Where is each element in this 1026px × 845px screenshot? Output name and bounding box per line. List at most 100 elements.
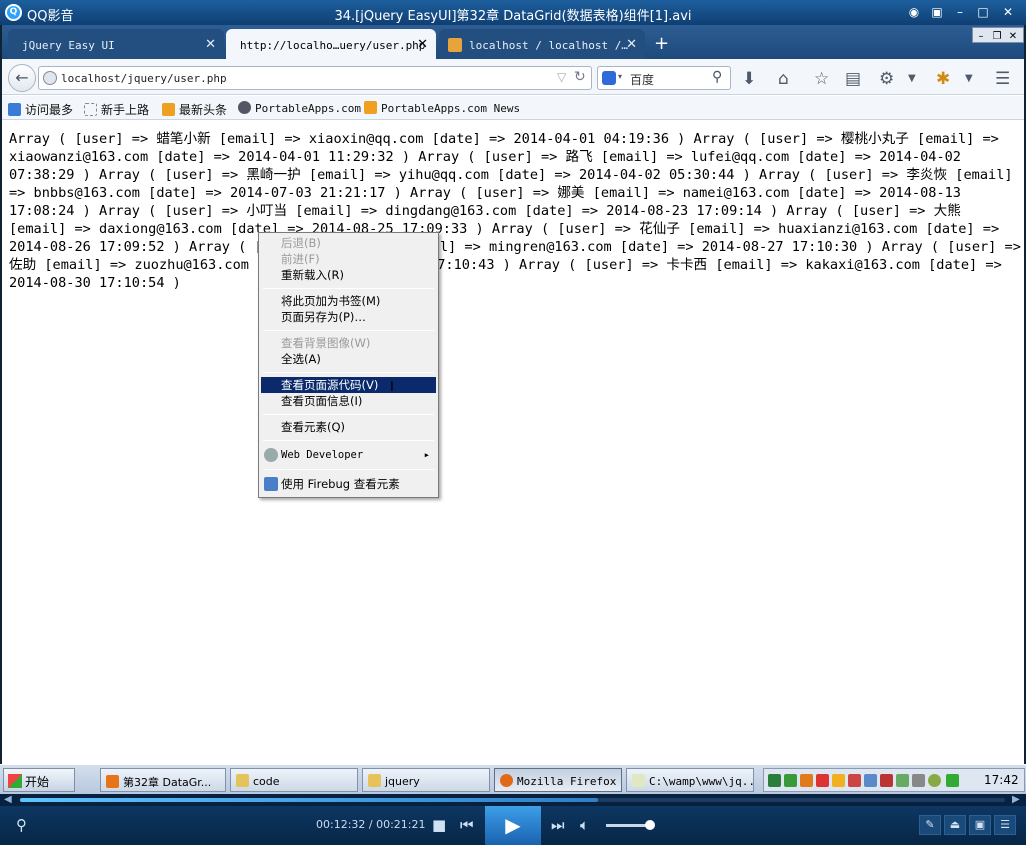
url-bar[interactable]: localhost/jquery/user.php ▽ ↻ bbox=[38, 66, 592, 90]
menu-item-bookmark-page[interactable]: 将此页加为书签(M) bbox=[261, 293, 436, 309]
tab-jquery-easy-ui[interactable]: jQuery Easy UI ✕ bbox=[8, 29, 224, 59]
download-icon[interactable]: ⬇ bbox=[742, 69, 756, 89]
task-editor[interactable]: C:\wamp\www\jq... bbox=[626, 768, 754, 792]
menu-item-firebug-inspect[interactable]: 使用 Firebug 查看元素 bbox=[261, 476, 436, 492]
browser-restore-button[interactable]: ❐ bbox=[989, 30, 1005, 44]
tray-volume-icon[interactable] bbox=[912, 774, 925, 787]
menu-item-back[interactable]: 后退(B) bbox=[261, 235, 436, 251]
bookmark-portableapps[interactable]: PortableApps.com bbox=[238, 101, 361, 115]
bookmark-getting-started[interactable]: 新手上路 bbox=[84, 101, 149, 118]
tray-app-icon[interactable] bbox=[928, 774, 941, 787]
tab-close-icon[interactable]: ✕ bbox=[626, 37, 637, 52]
menu-separator bbox=[263, 469, 434, 470]
menu-item-view-background-image[interactable]: 查看背景图像(W) bbox=[261, 335, 436, 351]
seek-back-icon[interactable]: ◀ bbox=[4, 794, 12, 805]
player-maximize-button[interactable]: □ bbox=[974, 4, 992, 20]
tray-app-icon[interactable] bbox=[816, 774, 829, 787]
gear-dropdown-icon[interactable]: ▼ bbox=[908, 73, 916, 84]
search-box[interactable]: ▾ 百度 ⚲ bbox=[597, 66, 731, 90]
new-tab-button[interactable]: + bbox=[654, 33, 669, 54]
browser-minimize-button[interactable]: – bbox=[973, 30, 989, 44]
baidu-icon[interactable] bbox=[602, 71, 616, 85]
search-icon[interactable]: ⚲ bbox=[712, 69, 722, 85]
volume-slider[interactable] bbox=[606, 824, 650, 827]
search-placeholder[interactable]: 百度 bbox=[630, 71, 654, 88]
menu-item-select-all[interactable]: 全选(A) bbox=[261, 351, 436, 367]
player-mini-icon[interactable]: ◉ bbox=[905, 4, 923, 20]
tray-app-icon[interactable] bbox=[800, 774, 813, 787]
menu-item-save-page-as[interactable]: 页面另存为(P)… bbox=[261, 309, 436, 325]
firebug-icon[interactable]: ✱ bbox=[936, 69, 950, 89]
menu-icon[interactable]: ☰ bbox=[995, 69, 1010, 89]
tray-security-icon[interactable] bbox=[946, 774, 959, 787]
bookmark-most-visited[interactable]: 访问最多 bbox=[8, 101, 73, 118]
phpmyadmin-icon bbox=[448, 38, 462, 52]
tab-label: jQuery Easy UI bbox=[22, 39, 115, 52]
tab-user-php[interactable]: http://localho…uery/user.php ✕ bbox=[226, 29, 436, 59]
gear-icon[interactable]: ⚙ bbox=[879, 69, 894, 89]
menu-item-forward[interactable]: 前进(F) bbox=[261, 251, 436, 267]
bookmark-star-icon[interactable]: ☆ bbox=[814, 69, 829, 89]
tab-close-icon[interactable]: ✕ bbox=[417, 37, 428, 52]
player-title-bar: Q QQ影音 34.[jQuery EasyUI]第32章 DataGrid(数… bbox=[0, 0, 1026, 25]
tab-close-icon[interactable]: ✕ bbox=[205, 37, 216, 52]
tray-app-icon[interactable] bbox=[768, 774, 781, 787]
menu-item-inspect-element[interactable]: 查看元素(Q) bbox=[261, 419, 436, 435]
home-icon[interactable]: ⌂ bbox=[778, 69, 789, 89]
menu-separator bbox=[263, 440, 434, 441]
firebug-dropdown-icon[interactable]: ▼ bbox=[965, 73, 973, 84]
search-engine-dropdown-icon[interactable]: ▾ bbox=[618, 72, 622, 81]
bookmarks-menu-icon[interactable]: ▤ bbox=[845, 69, 861, 89]
menu-item-view-page-source[interactable]: 查看页面源代码(V) bbox=[261, 377, 436, 393]
volume-icon[interactable]: 🔈︎ bbox=[580, 816, 589, 834]
tray-shield-icon[interactable] bbox=[848, 774, 861, 787]
task-mozilla-firefox[interactable]: Mozilla Firefox bbox=[494, 768, 622, 792]
windows-taskbar: 开始 第32章 DataGr... code jquery Mozilla Fi… bbox=[0, 764, 1026, 794]
browser-window-controls: – ❐ ✕ bbox=[972, 27, 1024, 43]
tray-app-icon[interactable] bbox=[880, 774, 893, 787]
next-button[interactable]: ⏭ bbox=[551, 816, 565, 834]
previous-button[interactable]: ⏮ bbox=[460, 816, 474, 834]
context-menu: 后退(B) 前进(F) 重新载入(R) 将此页加为书签(M) 页面另存为(P)…… bbox=[258, 232, 439, 498]
eject-icon[interactable]: ⏏ bbox=[944, 815, 966, 835]
player-footprint-icon[interactable]: ⚲ bbox=[16, 816, 27, 834]
tab-phpmyadmin[interactable]: localhost / localhost /… ✕ bbox=[439, 29, 645, 59]
browser-close-button[interactable]: ✕ bbox=[1005, 30, 1021, 44]
url-text[interactable]: localhost/jquery/user.php bbox=[61, 72, 227, 85]
url-dropdown-icon[interactable]: ▽ bbox=[557, 70, 566, 84]
tray-app-icon[interactable] bbox=[896, 774, 909, 787]
player-skin-icon[interactable]: ▣ bbox=[928, 4, 946, 20]
bookmark-portableapps-news[interactable]: PortableApps.com News bbox=[364, 101, 520, 115]
menu-item-web-developer[interactable]: Web Developer ▸ bbox=[261, 447, 436, 463]
back-button[interactable]: ← bbox=[8, 64, 36, 92]
bookmark-latest-headlines[interactable]: 最新头条 bbox=[162, 101, 227, 118]
menu-separator bbox=[263, 414, 434, 415]
menu-separator bbox=[263, 288, 434, 289]
globe-icon bbox=[43, 71, 57, 85]
menu-item-view-page-info[interactable]: 查看页面信息(I) bbox=[261, 393, 436, 409]
task-qq-player[interactable]: 第32章 DataGr... bbox=[100, 768, 226, 792]
playback-time: 00:12:32 / 00:21:21 bbox=[316, 818, 426, 831]
page-content-text: Array ( [user] => 蜡笔小新 [email] => xiaoxi… bbox=[9, 131, 1021, 291]
tray-network-icon[interactable] bbox=[864, 774, 877, 787]
task-folder-jquery[interactable]: jquery bbox=[362, 768, 490, 792]
player-minimize-button[interactable]: – bbox=[951, 4, 969, 20]
player-close-button[interactable]: ✕ bbox=[999, 4, 1017, 20]
player-video-title: 34.[jQuery EasyUI]第32章 DataGrid(数据表格)组件[… bbox=[334, 9, 692, 24]
task-folder-code[interactable]: code bbox=[230, 768, 358, 792]
seek-progress-fill bbox=[20, 798, 598, 802]
fullscreen-icon[interactable]: ▣ bbox=[969, 815, 991, 835]
playlist-icon[interactable]: ☰ bbox=[994, 815, 1016, 835]
reload-icon[interactable]: ↻ bbox=[574, 69, 586, 85]
stop-button[interactable]: ■ bbox=[432, 816, 446, 834]
player-seek-bar[interactable]: ◀ ▶ bbox=[0, 794, 1026, 806]
menu-item-reload[interactable]: 重新载入(R) bbox=[261, 267, 436, 283]
tools-icon[interactable]: ✎ bbox=[919, 815, 941, 835]
seek-forward-icon[interactable]: ▶ bbox=[1012, 794, 1020, 805]
volume-knob[interactable] bbox=[645, 820, 655, 830]
start-button[interactable]: 开始 bbox=[3, 768, 75, 792]
tray-app-icon[interactable] bbox=[832, 774, 845, 787]
tray-app-icon[interactable] bbox=[784, 774, 797, 787]
tab-label: http://localho…uery/user.php bbox=[240, 39, 426, 52]
play-button[interactable]: ▶ bbox=[485, 806, 541, 845]
